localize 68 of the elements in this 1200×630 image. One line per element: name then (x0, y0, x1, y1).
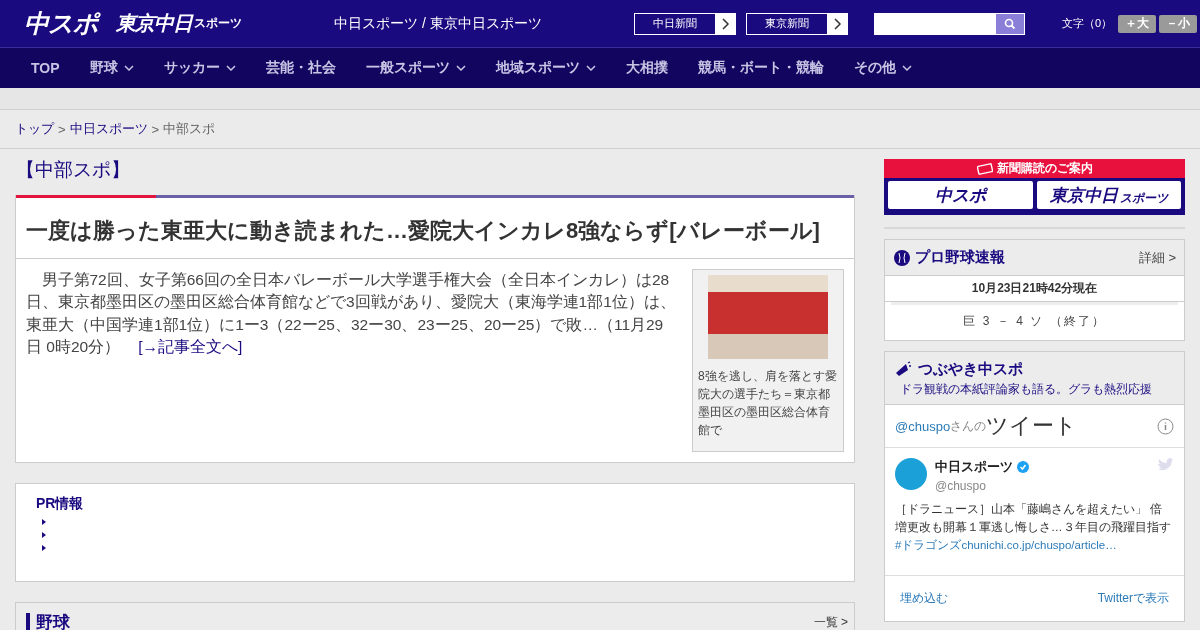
tweet-text: ［ドラニュース］山本「藤嶋さんを超えたい」 倍増更改も開幕１軍逃し悔しさ…３年目の飛躍目指す #ドラゴンズchunichi.co.jp/chuspo/article… (895, 502, 1172, 553)
bird-icon (1157, 458, 1174, 472)
avatar[interactable] (895, 458, 927, 490)
search-field[interactable] (873, 12, 1025, 35)
chevron-icon (901, 65, 912, 71)
banner-title: 新聞購読のご案内 (996, 160, 1093, 177)
logo[interactable]: 東京中日 (116, 10, 192, 37)
panel-title: つぶやき中スポ (918, 360, 1023, 379)
bullet-icon (42, 532, 46, 538)
search-button[interactable] (995, 13, 1024, 34)
nav-item[interactable]: その他 (853, 59, 912, 77)
nav-item[interactable]: 大相撲 (625, 59, 668, 77)
panel-title: プロ野球速報 (915, 248, 1005, 267)
read-more-link[interactable]: [→記事全文へ] (138, 338, 243, 356)
breadcrumb-link[interactable]: トップ (15, 120, 54, 138)
hashtag-link[interactable]: #ドラゴンズchunichi.co.jp/chuspo/article… (895, 538, 1117, 551)
nav-item[interactable]: 芸能・社会 (265, 59, 336, 77)
nav-item[interactable]: 一般スポーツ (365, 59, 466, 77)
bullet-icon (42, 519, 46, 525)
nav-item[interactable]: 野球 (89, 59, 134, 77)
chevron-icon (826, 13, 847, 34)
baseball-icon (894, 249, 910, 266)
megaphone-icon (894, 360, 912, 379)
newspaper-logo[interactable]: 東京中日スポーツ (1036, 181, 1181, 209)
account-name[interactable]: 中日スポーツ (935, 458, 1013, 476)
section-heading: 野球 (36, 611, 70, 630)
breadcrumb-link[interactable]: 中日スポーツ (69, 120, 148, 138)
breadcrumb-separator: > (58, 121, 66, 137)
info-icon[interactable] (1157, 417, 1174, 435)
chevron-icon (714, 13, 735, 34)
photo-caption: 8強を逃し、肩を落とす愛院大の選手たち＝東京都墨田区の墨田区総合体育館で (698, 368, 838, 439)
panel-subtitle: ドラ観戦の本紙評論家も語る。グラも熱烈応援 (900, 381, 1153, 398)
chevron-icon (455, 65, 466, 71)
search-icon (1003, 17, 1016, 30)
bullet-icon (42, 545, 46, 551)
account-handle[interactable]: @chuspo (935, 479, 1149, 493)
article-headline: 一度は勝った東亜大に動き読まれた…愛院大インカレ8強ならず[バレーボール] (16, 198, 854, 259)
ticket-icon (976, 162, 993, 175)
timestamp: 10月23日21時42分現在 (885, 276, 1184, 302)
game-score[interactable]: 巨 3 － 4 ソ （終了） (891, 302, 1178, 340)
chevron-icon (225, 65, 236, 71)
nav-item[interactable]: 競馬・ボート・競輪 (697, 59, 824, 77)
verified-icon (1017, 461, 1029, 473)
accent-bar (26, 613, 30, 630)
details-link[interactable]: 詳細 > (1138, 248, 1176, 267)
list-link[interactable]: 一覧 > (813, 613, 848, 630)
logo-caption: スポーツ (194, 15, 242, 32)
handle-suffix: さんの (950, 417, 987, 433)
breadcrumb-current[interactable]: 中部スポ (163, 120, 216, 138)
chevron-icon (585, 65, 596, 71)
timeline-heading: ツイート (986, 412, 1078, 440)
nav-item[interactable]: TOP (31, 60, 60, 76)
handle-link[interactable]: @chuspo (895, 418, 951, 434)
subscription-banner[interactable]: 新聞購読のご案内 中スポ 東京中日スポーツ (884, 159, 1185, 215)
section-title: 【中部スポ】 (16, 159, 131, 181)
breadcrumb-separator: > (151, 121, 160, 137)
article-summary: 男子第72回、女子第66回の全日本バレーボール大学選手権大会（全日本インカレ）は28日、東京都墨田区の墨田区総合体育館などで3回戦があり、愛院大（東海学連1部1位）は、東亜大（中国学連1部1位）に1ー3（22ー25、32ー30、23ー25、20ー25）で敗…（11月29日 0時20分） [→記事全文へ] (26, 270, 676, 358)
newspaper-logo[interactable]: 中スポ (888, 181, 1033, 209)
nav-item[interactable]: 地域スポーツ (495, 59, 596, 77)
font-size-label: 文字（0） (1061, 16, 1113, 31)
site-title: 中日スポーツ / 東京中日スポーツ (334, 14, 543, 33)
view-on-twitter-link[interactable]: Twitterで表示 (1097, 590, 1169, 607)
chevron-icon (123, 65, 134, 71)
embed-link[interactable]: 埋め込む (900, 590, 948, 607)
pr-title: PR情報 (36, 495, 85, 513)
newspaper-link[interactable]: 東京新聞 (745, 12, 848, 35)
nav-item[interactable]: サッカー (163, 59, 236, 77)
newspaper-link[interactable]: 中日新聞 (633, 12, 736, 35)
